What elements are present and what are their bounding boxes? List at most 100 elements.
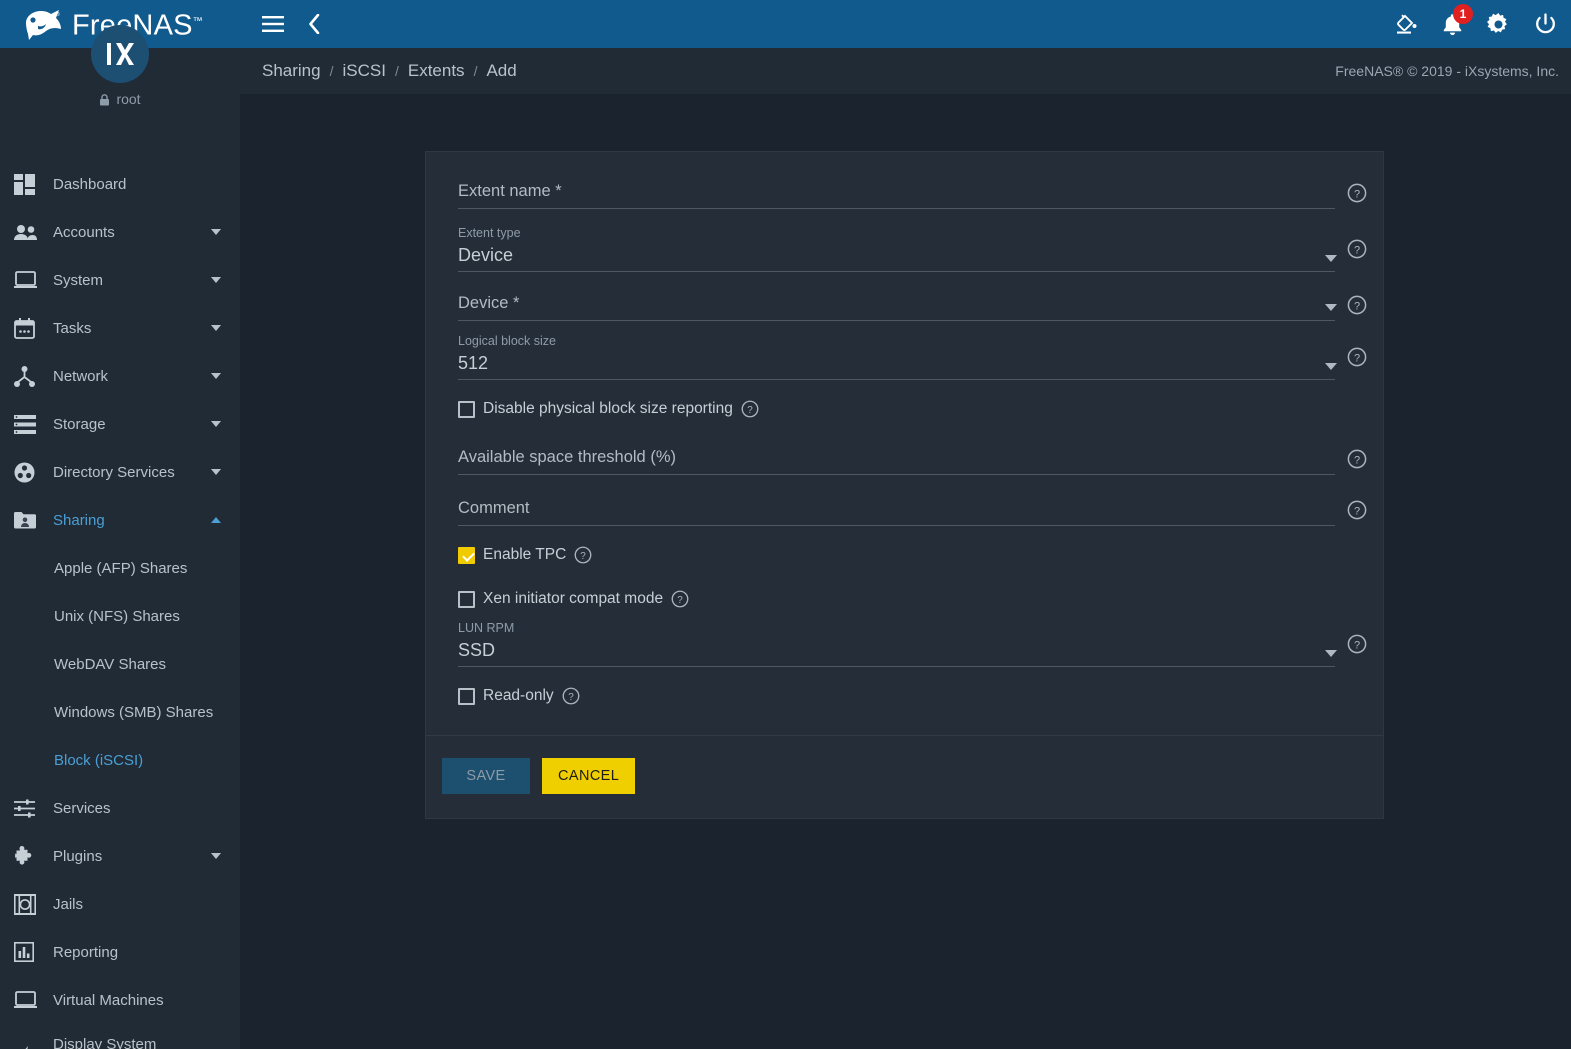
comment-input[interactable]: Comment: [458, 493, 1335, 525]
sliders-icon: [14, 799, 44, 818]
sidebar-item-plugins[interactable]: Plugins: [0, 832, 240, 880]
jail-icon: [14, 893, 44, 915]
sidebar-item-label: Network: [53, 367, 109, 385]
sidebar-item-label: Tasks: [53, 319, 92, 337]
extent-type-label: Extent type: [458, 226, 521, 240]
field-underline: [458, 208, 1335, 209]
sidebar-item-label: Dashboard: [53, 175, 127, 193]
help-circle-icon[interactable]: ?: [741, 400, 759, 418]
help-circle-icon[interactable]: ?: [1347, 500, 1367, 520]
logical-block-size-select[interactable]: 512: [458, 349, 1335, 379]
help-circle-icon[interactable]: ?: [1347, 239, 1367, 259]
main-area: 1 Sharing / iSCSI / Extents / Add FreeNA…: [240, 0, 1571, 1049]
help-circle-icon[interactable]: ?: [1347, 634, 1367, 654]
sidebar-item-services[interactable]: Services: [0, 784, 240, 832]
read-only-checkbox[interactable]: [458, 687, 475, 705]
breadcrumb-item-iscsi[interactable]: iSCSI: [343, 61, 386, 81]
field-device: Device * ?: [442, 288, 1367, 321]
breadcrumb-separator: /: [473, 63, 478, 79]
sidebar-item-system[interactable]: System: [0, 256, 240, 304]
svg-text:?: ?: [677, 595, 683, 606]
sidebar-item-sharing[interactable]: Sharing: [0, 496, 240, 544]
sidebar-item-windows-smb-shares[interactable]: Windows (SMB) Shares: [0, 688, 240, 736]
chevron-down-icon[interactable]: [208, 853, 224, 859]
field-underline: [458, 271, 1335, 272]
chevron-down-icon[interactable]: [208, 421, 224, 427]
chevron-down-icon[interactable]: [208, 325, 224, 331]
extent-type-select[interactable]: Device: [458, 241, 1335, 271]
chevron-up-icon[interactable]: [208, 517, 224, 523]
breadcrumb-item-sharing[interactable]: Sharing: [262, 61, 321, 81]
extent-name-input[interactable]: Extent name *: [458, 176, 1335, 208]
power-icon[interactable]: [1534, 12, 1557, 36]
sidebar-item-storage[interactable]: Storage: [0, 400, 240, 448]
help-circle-icon[interactable]: ?: [671, 590, 689, 608]
sidebar-item-directory-services[interactable]: Directory Services: [0, 448, 240, 496]
sidebar-subitem-label: Block (iSCSI): [54, 751, 144, 769]
checkbox-row-xen-compat: Xen initiator compat mode ?: [442, 588, 1367, 610]
help-circle-icon[interactable]: ?: [1347, 347, 1367, 367]
cancel-button[interactable]: CANCEL: [542, 758, 636, 794]
sidebar-subitem-label: Unix (NFS) Shares: [54, 607, 180, 625]
sidebar-item-label: System: [53, 271, 104, 289]
sidebar-item-network[interactable]: Network: [0, 352, 240, 400]
help-circle-icon[interactable]: ?: [574, 546, 592, 564]
svg-text:?: ?: [581, 551, 587, 562]
chevron-left-icon[interactable]: [308, 14, 320, 34]
sidebar-item-webdav-shares[interactable]: WebDAV Shares: [0, 640, 240, 688]
dropdown-arrow-icon[interactable]: [1325, 255, 1337, 262]
dashboard-grid-icon: [14, 173, 44, 195]
gear-icon[interactable]: [1487, 12, 1510, 36]
help-circle-icon[interactable]: ?: [1347, 183, 1367, 203]
sidebar-item-label: Virtual Machines: [53, 991, 164, 1009]
chevron-down-icon[interactable]: [208, 229, 224, 235]
breadcrumb-item-extents[interactable]: Extents: [408, 61, 465, 81]
help-circle-icon[interactable]: ?: [1347, 449, 1367, 469]
help-circle-icon[interactable]: ?: [1347, 295, 1367, 315]
help-circle-icon[interactable]: ?: [562, 687, 580, 705]
device-select[interactable]: Device *: [458, 288, 1335, 320]
sidebar-item-dashboard[interactable]: Dashboard: [0, 160, 240, 208]
bell-icon[interactable]: 1: [1442, 3, 1473, 36]
sidebar-item-accounts[interactable]: Accounts: [0, 208, 240, 256]
bar-chart-icon: [14, 942, 44, 962]
sidebar-item-unix-nfs-shares[interactable]: Unix (NFS) Shares: [0, 592, 240, 640]
form-actions: SAVE CANCEL: [426, 736, 1383, 818]
save-button[interactable]: SAVE: [442, 758, 530, 794]
enable-tpc-checkbox[interactable]: [458, 546, 475, 564]
xen-initiator-compat-mode-checkbox[interactable]: [458, 590, 475, 608]
extent-add-form-card: Extent name * ? Extent type Device ? Dev…: [425, 151, 1384, 819]
avatar[interactable]: [91, 25, 149, 83]
dropdown-arrow-icon[interactable]: [1325, 304, 1337, 311]
content-area: Extent name * ? Extent type Device ? Dev…: [240, 94, 1571, 1049]
sidebar-item-virtual-machines[interactable]: Virtual Machines: [0, 976, 240, 1024]
sidebar-subitem-label: Apple (AFP) Shares: [54, 559, 188, 577]
checkbox-label: Read-only: [483, 687, 554, 704]
chevron-down-icon[interactable]: [208, 373, 224, 379]
laptop-icon: [14, 271, 44, 289]
chevron-down-icon[interactable]: [208, 469, 224, 475]
hamburger-menu-icon[interactable]: [262, 16, 284, 32]
available-space-threshold-input[interactable]: Available space threshold (%): [458, 442, 1335, 474]
field-extent-type: Extent type Device ?: [442, 225, 1367, 272]
chevron-down-icon[interactable]: [208, 277, 224, 283]
storage-stack-icon: [14, 414, 44, 434]
sidebar-item-label: Services: [53, 799, 111, 817]
people-icon: [14, 224, 44, 241]
field-extent-name: Extent name * ?: [442, 176, 1367, 209]
lun-rpm-select[interactable]: SSD: [458, 636, 1335, 666]
sidebar-item-tasks[interactable]: Tasks: [0, 304, 240, 352]
sidebar-item-reporting[interactable]: Reporting: [0, 928, 240, 976]
breadcrumb-item-add[interactable]: Add: [486, 61, 516, 81]
sidebar-item-block-iscsi[interactable]: Block (iSCSI): [0, 736, 240, 784]
sidebar-item-display-system-processes[interactable]: Display System Processes: [0, 1024, 240, 1049]
checkbox-label: Xen initiator compat mode: [483, 590, 664, 607]
disable-physical-block-size-checkbox[interactable]: [458, 400, 475, 418]
dropdown-arrow-icon[interactable]: [1325, 363, 1337, 370]
paint-bucket-icon[interactable]: [1394, 12, 1418, 36]
sidebar-item-apple-afp-shares[interactable]: Apple (AFP) Shares: [0, 544, 240, 592]
sidebar-item-jails[interactable]: Jails: [0, 880, 240, 928]
svg-text:?: ?: [1354, 454, 1360, 466]
dropdown-arrow-icon[interactable]: [1325, 650, 1337, 657]
monitor-icon: [14, 991, 44, 1009]
